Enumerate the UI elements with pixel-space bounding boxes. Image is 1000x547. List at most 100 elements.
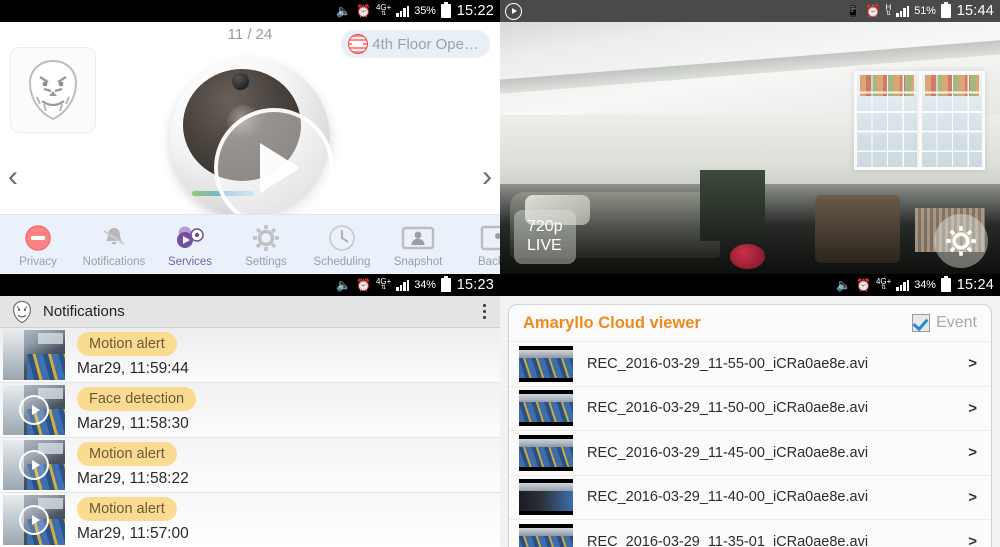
toolbar-item-settings[interactable]: Settings bbox=[228, 222, 304, 268]
list-item[interactable]: Face detection Mar29, 11:58:30 bbox=[0, 383, 500, 438]
list-item[interactable]: Motion alert Mar29, 11:57:00 bbox=[0, 493, 500, 547]
notifications-list[interactable]: Motion alert Mar29, 11:59:44 Face detect… bbox=[0, 328, 500, 547]
chevron-right-icon[interactable]: > bbox=[960, 400, 977, 417]
overflow-menu-icon[interactable] bbox=[479, 300, 491, 324]
recording-filename: REC_2016-03-29_11-45-00_iCRa0ae8e.avi bbox=[587, 444, 869, 461]
status-bar-live: 📱 ⏰ H ⇅ 51% 15:44 bbox=[500, 0, 1000, 22]
status-bar-cloud: 🔈 ⏰ 4G+ ⇅ 34% 15:24 bbox=[500, 274, 1000, 296]
prev-device-arrow[interactable]: ‹ bbox=[8, 162, 18, 192]
play-button[interactable] bbox=[214, 108, 334, 228]
clock: 15:23 bbox=[456, 277, 494, 293]
page-title: Amaryllo Cloud viewer bbox=[523, 313, 701, 332]
toolbar-item-snapshot[interactable]: Snapshot bbox=[380, 222, 456, 268]
toolbar-label: Privacy bbox=[19, 255, 57, 268]
play-icon[interactable] bbox=[19, 395, 49, 425]
cloud-viewer-header: Amaryllo Cloud viewer Event bbox=[509, 305, 991, 341]
hd-icon: H ⇅ bbox=[885, 3, 892, 18]
event-label: Event bbox=[936, 314, 977, 331]
battery-percent: 34% bbox=[414, 279, 436, 291]
mute-icon: 🔈 bbox=[836, 278, 851, 292]
chevron-right-icon[interactable]: > bbox=[960, 533, 977, 547]
battery-percent: 34% bbox=[914, 279, 936, 291]
toolbar-item-privacy[interactable]: Privacy bbox=[0, 222, 76, 268]
window-flowers bbox=[860, 75, 914, 96]
chevron-right-icon[interactable]: > bbox=[960, 489, 977, 506]
status-bar-notifications: 🔈 ⏰ 4G+ ⇅ 34% 15:23 bbox=[0, 274, 500, 296]
services-icon bbox=[152, 222, 228, 254]
notification-thumbnail bbox=[3, 385, 65, 435]
next-device-arrow[interactable]: › bbox=[482, 162, 492, 192]
device-panel: 🔈 ⏰ 4G+ ⇅ 35% 15:22 11 / 24 4th Floor Op… bbox=[0, 0, 500, 274]
table-row[interactable]: REC_2016-03-29_11-35-01_iCRa0ae8e.avi > bbox=[509, 519, 991, 547]
recording-thumbnail bbox=[519, 434, 573, 471]
device-toolbar: Privacy Notifications Services Settings … bbox=[0, 214, 500, 274]
live-settings-button[interactable] bbox=[934, 214, 988, 268]
live-label: LIVE bbox=[527, 237, 562, 255]
vibrate-icon: 📱 bbox=[845, 4, 861, 18]
gear-icon bbox=[228, 222, 304, 254]
event-filter[interactable]: Event bbox=[912, 314, 977, 332]
screenshot-stage: 🔈 ⏰ 4G+ ⇅ 35% 15:22 11 / 24 4th Floor Op… bbox=[0, 0, 1000, 547]
status-badge: Motion alert bbox=[77, 332, 177, 356]
status-badge: Motion alert bbox=[77, 497, 177, 521]
clock-icon bbox=[304, 222, 380, 254]
toolbar-item-scheduling[interactable]: Scheduling bbox=[304, 222, 380, 268]
notification-content: Motion alert Mar29, 11:59:44 bbox=[71, 332, 500, 378]
notification-time: Mar29, 11:59:44 bbox=[77, 360, 189, 377]
status-bar-device: 🔈 ⏰ 4G+ ⇅ 35% 15:22 bbox=[0, 0, 500, 22]
notification-time: Mar29, 11:58:22 bbox=[77, 470, 189, 487]
toolbar-label: Services bbox=[167, 255, 213, 268]
list-item[interactable]: Motion alert Mar29, 11:58:22 bbox=[0, 438, 500, 493]
battery-percent: 35% bbox=[414, 5, 436, 17]
play-icon[interactable] bbox=[19, 505, 49, 535]
table-row[interactable]: REC_2016-03-29_11-45-00_iCRa0ae8e.avi > bbox=[509, 430, 991, 475]
device-body: 11 / 24 4th Floor Ope… ‹ › bbox=[0, 22, 500, 228]
stream-info-badge: 720p LIVE bbox=[514, 209, 576, 264]
alarm-icon: ⏰ bbox=[855, 278, 871, 292]
recording-filename: REC_2016-03-29_11-35-01_iCRa0ae8e.avi bbox=[587, 533, 869, 547]
bell-off-icon bbox=[76, 222, 152, 254]
toolbar-label: Backg bbox=[478, 255, 500, 268]
recording-filename: REC_2016-03-29_11-55-00_iCRa0ae8e.avi bbox=[587, 355, 869, 372]
table-row[interactable]: REC_2016-03-29_11-40-00_iCRa0ae8e.avi > bbox=[509, 474, 991, 519]
play-icon[interactable] bbox=[19, 450, 49, 480]
live-view-panel: 📱 ⏰ H ⇅ 51% 15:44 720p LIVE bbox=[500, 0, 1000, 274]
alarm-icon: ⏰ bbox=[865, 4, 881, 18]
toolbar-item-services[interactable]: Services bbox=[152, 222, 228, 268]
chevron-right-icon[interactable]: > bbox=[960, 355, 977, 372]
camera-person-icon bbox=[380, 222, 456, 254]
amaryllo-logo-tile bbox=[10, 47, 96, 133]
battery-icon bbox=[940, 276, 951, 292]
network-4g-icon: 4G+ ⇅ bbox=[375, 277, 392, 292]
signal-icon bbox=[396, 5, 410, 17]
table-row[interactable]: REC_2016-03-29_11-50-00_iCRa0ae8e.avi > bbox=[509, 385, 991, 430]
table-row[interactable]: REC_2016-03-29_11-55-00_iCRa0ae8e.avi > bbox=[509, 341, 991, 386]
notification-time: Mar29, 11:58:30 bbox=[77, 415, 189, 432]
device-status-chip[interactable]: 4th Floor Ope… bbox=[341, 30, 490, 58]
battery-icon bbox=[440, 2, 451, 18]
event-checkbox[interactable] bbox=[912, 314, 931, 332]
amaryllo-tiger-logo bbox=[13, 300, 31, 323]
camera-device-image[interactable] bbox=[170, 58, 334, 228]
toolbar-item-background[interactable]: Backg bbox=[456, 222, 500, 268]
notifications-panel: 🔈 ⏰ 4G+ ⇅ 34% 15:23 Notifications Motion… bbox=[0, 274, 500, 547]
chevron-right-icon[interactable]: > bbox=[960, 444, 977, 461]
list-item[interactable]: Motion alert Mar29, 11:59:44 bbox=[0, 328, 500, 383]
signal-icon bbox=[896, 279, 910, 291]
recording-filename: REC_2016-03-29_11-50-00_iCRa0ae8e.avi bbox=[587, 400, 869, 417]
cabinet bbox=[700, 169, 765, 242]
tiger-logo-icon bbox=[28, 59, 78, 121]
notification-time: Mar29, 11:57:00 bbox=[77, 525, 189, 542]
resolution-label: 720p bbox=[527, 217, 563, 235]
battery-icon bbox=[940, 2, 951, 18]
mute-icon: 🔈 bbox=[336, 278, 351, 292]
clock: 15:22 bbox=[456, 3, 494, 19]
record-play-icon bbox=[505, 2, 522, 20]
clock: 15:24 bbox=[956, 277, 994, 293]
notifications-header: Notifications bbox=[0, 296, 500, 328]
recording-thumbnail bbox=[519, 345, 573, 382]
cloud-viewer-card: Amaryllo Cloud viewer Event REC_2016-03-… bbox=[508, 304, 992, 547]
toolbar-item-notifications[interactable]: Notifications bbox=[76, 222, 152, 268]
window-left bbox=[854, 71, 920, 171]
notification-thumbnail bbox=[3, 330, 65, 380]
